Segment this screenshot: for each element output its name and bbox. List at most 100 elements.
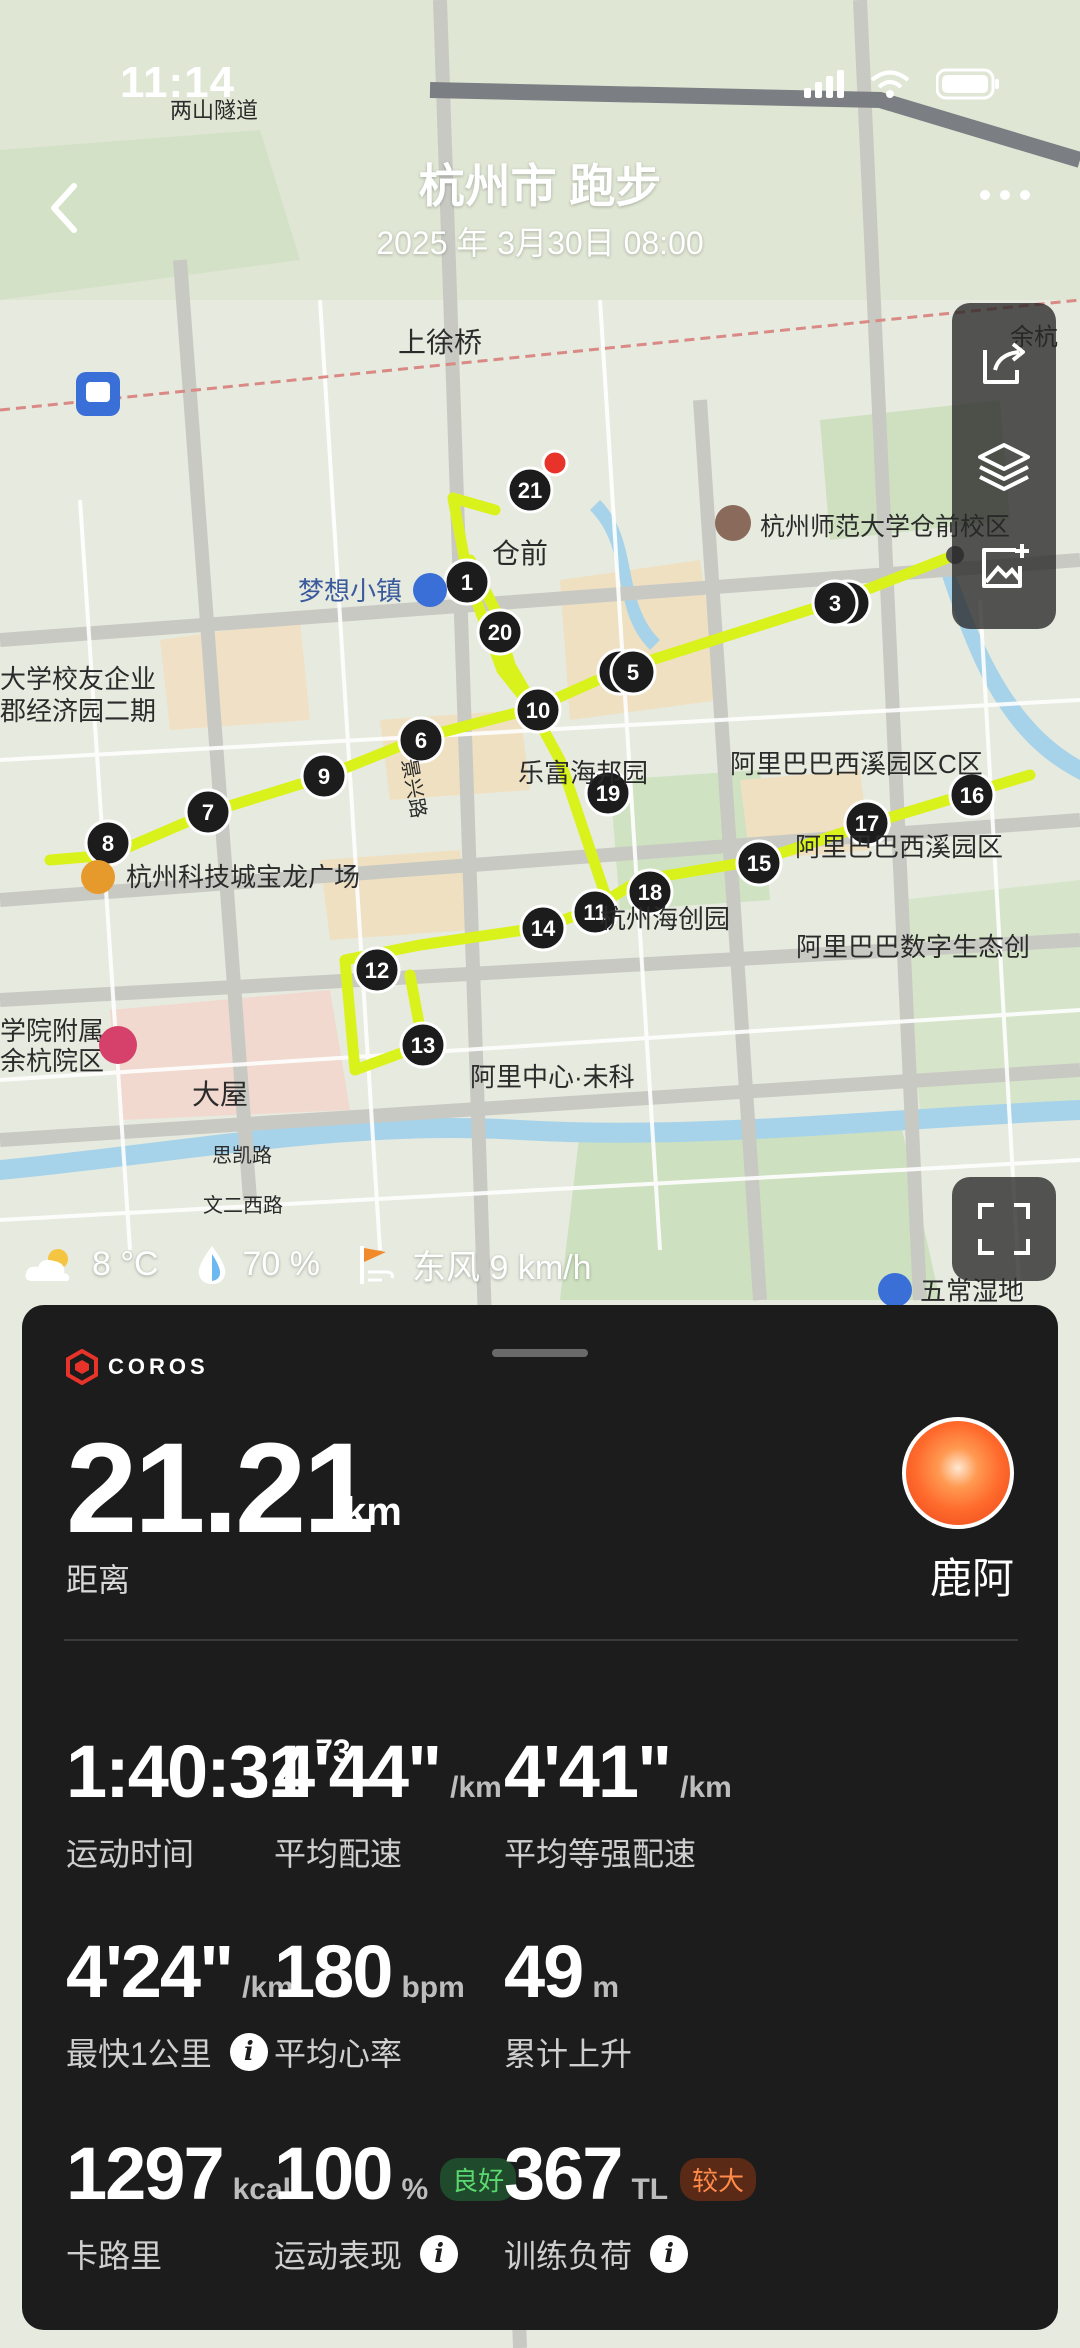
svg-text:10: 10: [526, 698, 550, 723]
page-title: 杭州市 跑步: [418, 160, 662, 212]
add-photo-button[interactable]: [952, 519, 1056, 619]
share-icon: [983, 342, 1025, 384]
stat-value: 49: [504, 1930, 584, 2013]
svg-text:15: 15: [747, 851, 771, 876]
map-toolbar: [952, 303, 1056, 629]
map-label-dawu: 大屋: [192, 1079, 248, 1110]
image-add-icon: [982, 544, 1029, 588]
drag-handle[interactable]: [492, 1349, 588, 1357]
stat-avg-grade-pace: 4'41"/km 平均等强配速: [504, 1735, 732, 1875]
mall-icon: [81, 860, 115, 894]
km-marker-14: 14: [519, 904, 567, 952]
stat-value: 4'24": [66, 1930, 234, 2013]
divider: [64, 1639, 1018, 1641]
mengxiang-icon: [413, 573, 447, 607]
layers-button[interactable]: [952, 416, 1056, 516]
layers-icon: [978, 443, 1030, 491]
stat-label: 平均心率: [274, 2036, 403, 2072]
weather-humidity: 70 %: [242, 1245, 321, 1283]
status-time: 11:14: [120, 58, 236, 107]
km-marker-10: 10: [514, 686, 562, 734]
stat-label: 最快1公里: [66, 2036, 212, 2072]
stat-label: 平均等强配速: [504, 1836, 697, 1872]
brand-name: COROS: [108, 1354, 209, 1379]
stat-label: 训练负荷: [504, 2238, 633, 2274]
coros-logo-icon: [66, 1349, 98, 1385]
km-marker-7: 7: [184, 788, 232, 836]
status-badge: 较大: [680, 2158, 757, 2201]
stat-elevation-gain: 49 m 累计上升: [504, 1935, 632, 2075]
stat-training-load: 367 TL 较大 训练负荷 i: [504, 2137, 757, 2277]
svg-text:13: 13: [411, 1033, 435, 1058]
map-label-shangxuqiao: 上徐桥: [398, 327, 482, 358]
svg-text:3: 3: [829, 591, 841, 616]
hospital-icon: [99, 1026, 137, 1064]
stat-value: 1:40:31: [66, 1730, 309, 1813]
svg-text:6: 6: [415, 728, 427, 753]
stat-unit: bpm: [401, 1971, 465, 2004]
stat-unit: /km: [680, 1771, 732, 1804]
stat-performance: 100% 良好 运动表现 i: [274, 2132, 517, 2277]
stat-unit: /km: [450, 1771, 502, 1804]
svg-text:9: 9: [318, 764, 330, 789]
distance-label: 距离: [66, 1562, 131, 1598]
stat-value: 180: [274, 1930, 393, 2013]
map-label-daxue2: 郡经济园二期: [0, 696, 156, 726]
info-icon[interactable]: i: [650, 2235, 689, 2273]
map-label-mengxiang: 梦想小镇: [298, 576, 402, 606]
map-label-hospital2: 余杭院区: [0, 1046, 104, 1076]
stat-value: 4'44": [274, 1730, 442, 1813]
map-label-haichuang: 杭州海创园: [600, 904, 730, 934]
stat-label: 平均配速: [274, 1836, 403, 1872]
distance-unit: km: [344, 1490, 402, 1534]
fullscreen-button[interactable]: [952, 1177, 1056, 1281]
user-name: 鹿阿: [929, 1555, 1014, 1602]
svg-text:1: 1: [461, 570, 473, 595]
weather-bar: 8 °C 70 % 东风 9 km/h: [22, 1240, 628, 1289]
km-marker-6: 6: [397, 716, 445, 764]
info-icon[interactable]: i: [420, 2235, 459, 2273]
map-label-baolong: 杭州科技城宝龙广场: [126, 862, 360, 892]
svg-text:16: 16: [960, 783, 984, 808]
svg-text:7: 7: [202, 800, 214, 825]
svg-text:8: 8: [102, 831, 114, 856]
cloud-sun-icon: [25, 1248, 70, 1281]
km-marker-12: 12: [353, 946, 401, 994]
humidity-icon: [198, 1245, 225, 1284]
km-marker-13: 13: [399, 1021, 447, 1069]
map-label-cangqian: 仓前: [492, 538, 548, 569]
map-label-leguan: 乐富海邦园: [518, 758, 648, 788]
stat-label: 卡路里: [66, 2238, 163, 2274]
stat-label: 运动表现: [274, 2238, 403, 2274]
map-label-alicenter: 阿里中心·未科: [470, 1062, 635, 1092]
wifi-icon: [870, 70, 910, 98]
svg-text:14: 14: [531, 916, 556, 941]
avatar[interactable]: [902, 1417, 1014, 1529]
stat-calories: 1297 kcal 卡路里: [66, 2137, 291, 2277]
km-marker-5: 5: [609, 648, 657, 696]
share-button[interactable]: [952, 313, 1056, 413]
info-icon[interactable]: i: [229, 2033, 268, 2071]
km-marker-8: 8: [84, 819, 132, 867]
km-marker-9: 9: [300, 752, 348, 800]
stat-unit: TL: [631, 2173, 669, 2206]
map-label-sikai: 思凯路: [212, 1144, 272, 1167]
stat-avg-pace: 4'44"/km 平均配速: [274, 1735, 502, 1875]
stat-value: 1297: [66, 2132, 225, 2215]
svg-text:12: 12: [365, 958, 389, 983]
svg-text:21: 21: [518, 478, 542, 503]
status-icons: [804, 68, 1000, 100]
svg-text:5: 5: [627, 660, 639, 685]
map-label-hospital1: 学院附属: [0, 1016, 104, 1046]
km-marker-15: 15: [735, 839, 783, 887]
stat-label: 累计上升: [504, 2036, 633, 2072]
more-button[interactable]: [980, 190, 1030, 200]
weather-wind: 东风 9 km/h: [412, 1249, 592, 1287]
stat-value: 100: [274, 2132, 393, 2215]
page-subtitle: 2025 年 3月30日 08:00: [376, 225, 704, 261]
activity-summary-panel: COROS 21.21 km 距离 鹿阿 1:40:31 73 运动时间 4'44…: [22, 1305, 1058, 2330]
stat-unit: m: [592, 1971, 619, 2004]
stat-fastest-km: 4'24"/km 最快1公里 i: [66, 1935, 294, 2075]
stat-avg-hr: 180 bpm 平均心率: [274, 1935, 465, 2075]
km-marker-21: 21: [506, 466, 554, 514]
